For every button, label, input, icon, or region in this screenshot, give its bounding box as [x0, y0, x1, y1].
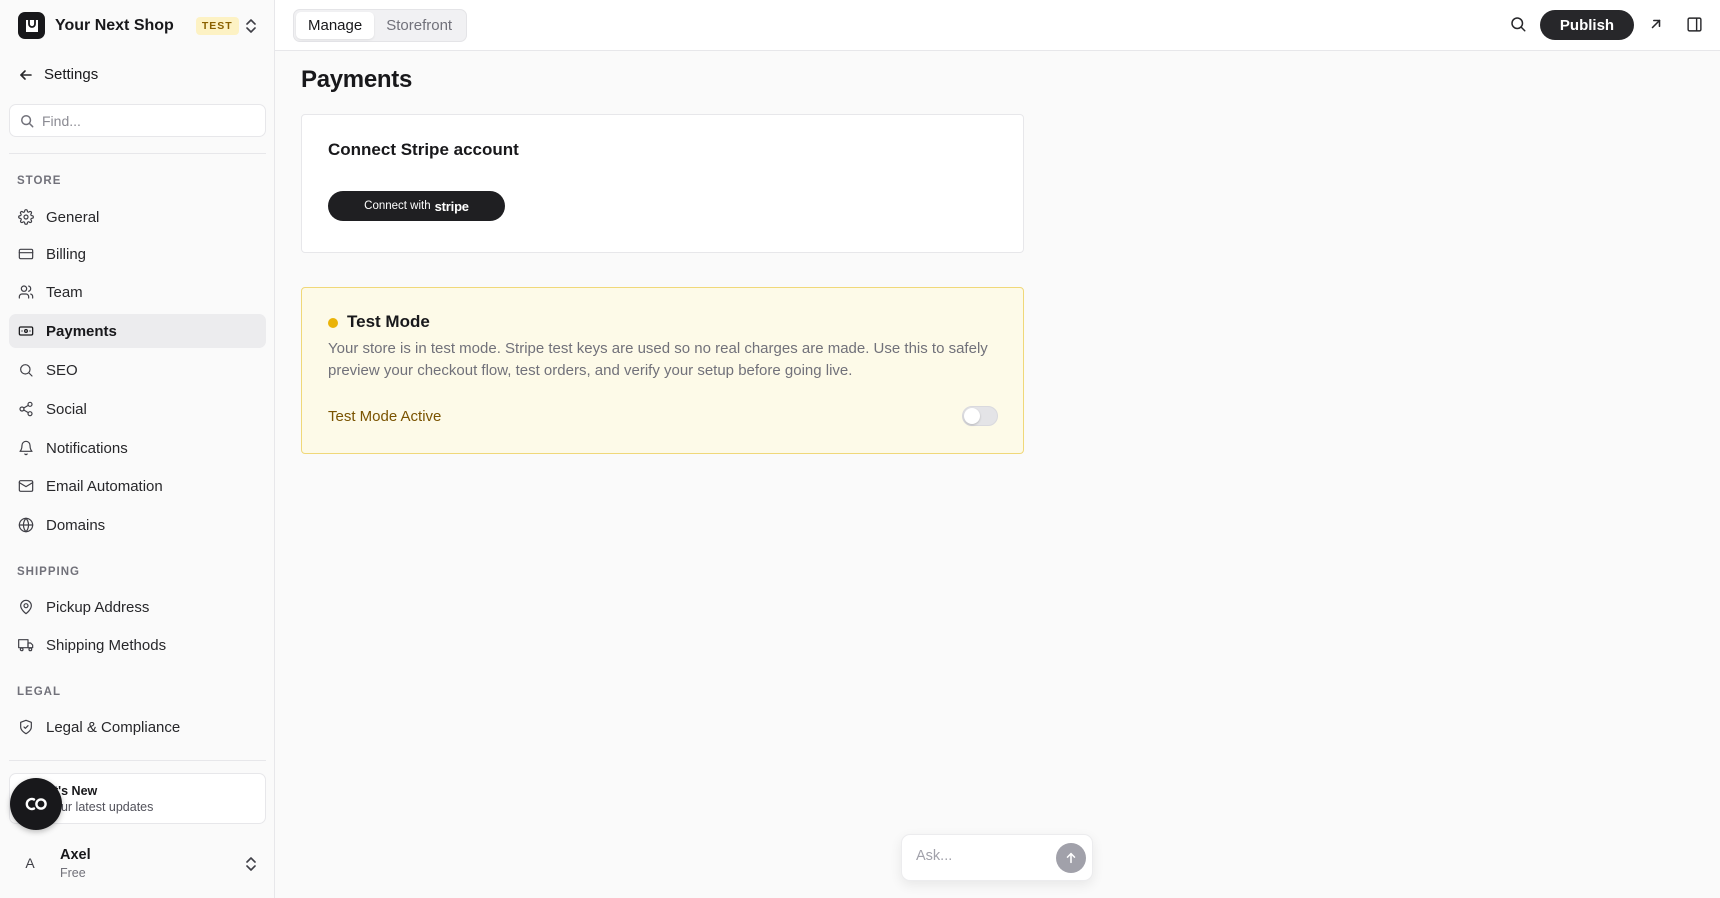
- chevron-up-down-icon[interactable]: [244, 856, 258, 872]
- section-label-shipping: SHIPPING: [17, 566, 80, 578]
- settings-back-link[interactable]: Settings: [18, 66, 98, 83]
- globe-icon: [18, 517, 34, 533]
- search-icon: [20, 114, 34, 128]
- test-mode-toggle[interactable]: [962, 406, 998, 426]
- user-plan: Free: [60, 866, 86, 880]
- divider: [9, 760, 266, 761]
- sidebar-item-general[interactable]: General: [9, 200, 266, 234]
- sidebar-item-label: Shipping Methods: [46, 636, 167, 654]
- store-logo-icon: [18, 12, 45, 39]
- sidebar-item-label: Payments: [46, 322, 117, 340]
- sidebar-item-label: Team: [46, 283, 83, 301]
- send-button[interactable]: [1056, 843, 1086, 873]
- sidebar-item-label: Domains: [46, 516, 106, 534]
- sidebar-item-label: General: [46, 208, 100, 226]
- sidebar-item-social[interactable]: Social: [9, 392, 266, 426]
- connect-stripe-button[interactable]: Connect with stripe: [328, 191, 505, 221]
- sidebar-item-team[interactable]: Team: [9, 275, 266, 309]
- arrow-left-icon: [18, 67, 34, 83]
- truck-icon: [18, 637, 34, 653]
- sidebar-item-label: Notifications: [46, 439, 128, 457]
- sidebar-item-legal-compliance[interactable]: Legal & Compliance: [9, 710, 266, 744]
- user-name: Axel: [60, 847, 91, 863]
- sidebar-item-email-automation[interactable]: Email Automation: [9, 469, 266, 503]
- assistant-fab-button[interactable]: [10, 778, 62, 830]
- ask-input[interactable]: [916, 848, 1046, 864]
- sidebar-item-label: Pickup Address: [46, 598, 150, 616]
- test-mode-title: Test Mode: [347, 312, 430, 331]
- publish-button[interactable]: Publish: [1540, 10, 1634, 40]
- glasses-icon: [22, 796, 50, 812]
- section-label-store: STORE: [17, 175, 62, 187]
- find-field[interactable]: [9, 104, 266, 137]
- search-icon: [18, 362, 34, 378]
- view-switcher: Manage Storefront: [293, 9, 468, 42]
- tab-manage[interactable]: Manage: [296, 12, 375, 39]
- chevron-up-down-icon[interactable]: [244, 18, 258, 34]
- sidebar: Your Next Shop TEST Settings STORE Gener…: [0, 0, 275, 898]
- credit-card-icon: [18, 246, 34, 262]
- panel-toggle-icon[interactable]: [1686, 16, 1703, 33]
- arrow-up-icon: [1064, 851, 1078, 865]
- sidebar-item-billing[interactable]: Billing: [9, 237, 266, 271]
- map-pin-icon: [18, 599, 34, 615]
- gear-icon: [18, 209, 34, 225]
- test-mode-toggle-label: Test Mode Active: [328, 408, 442, 425]
- settings-label: Settings: [44, 66, 99, 83]
- find-input[interactable]: [42, 112, 242, 129]
- test-badge: TEST: [195, 16, 239, 35]
- sidebar-item-payments[interactable]: Payments: [9, 314, 266, 348]
- store-switcher[interactable]: Your Next Shop TEST: [18, 12, 258, 39]
- stripe-wordmark: stripe: [434, 198, 469, 214]
- external-link-icon[interactable]: [1649, 17, 1663, 31]
- share-icon: [18, 401, 34, 417]
- ask-box: [901, 834, 1093, 881]
- test-mode-description: Your store is in test mode. Stripe test …: [328, 340, 988, 379]
- user-menu[interactable]: A Axel Free: [18, 845, 258, 881]
- toggle-knob: [964, 408, 980, 424]
- sidebar-item-label: Email Automation: [46, 477, 163, 495]
- avatar: A: [25, 855, 35, 871]
- mail-icon: [18, 478, 34, 494]
- stripe-card: Connect Stripe account Connect with stri…: [301, 114, 1024, 253]
- users-icon: [18, 284, 34, 300]
- divider: [9, 153, 266, 154]
- sidebar-item-label: Billing: [46, 245, 87, 263]
- banknote-icon: [18, 323, 34, 339]
- top-bar: Manage Storefront Publish: [275, 0, 1720, 51]
- test-mode-card: Test Mode Your store is in test mode. St…: [301, 287, 1024, 454]
- tab-storefront[interactable]: Storefront: [374, 12, 464, 39]
- bell-icon: [18, 440, 34, 456]
- search-icon[interactable]: [1509, 15, 1527, 33]
- sidebar-item-shipping-methods[interactable]: Shipping Methods: [9, 628, 266, 662]
- whats-new-subtitle: our latest updates: [54, 800, 154, 814]
- stripe-card-title: Connect Stripe account: [328, 140, 519, 159]
- whats-new-title: t's New: [54, 784, 98, 798]
- sidebar-item-label: Social: [46, 400, 87, 418]
- sidebar-item-domains[interactable]: Domains: [9, 508, 266, 542]
- sidebar-item-label: SEO: [46, 361, 78, 379]
- section-label-legal: LEGAL: [17, 686, 61, 698]
- status-dot-icon: [328, 318, 338, 328]
- page-title: Payments: [301, 66, 412, 93]
- store-name: Your Next Shop: [55, 16, 174, 34]
- sidebar-item-seo[interactable]: SEO: [9, 353, 266, 387]
- sidebar-item-notifications[interactable]: Notifications: [9, 431, 266, 465]
- shield-check-icon: [18, 719, 34, 735]
- sidebar-item-label: Legal & Compliance: [46, 718, 181, 736]
- connect-with-label: Connect with: [364, 200, 431, 212]
- sidebar-item-pickup-address[interactable]: Pickup Address: [9, 590, 266, 624]
